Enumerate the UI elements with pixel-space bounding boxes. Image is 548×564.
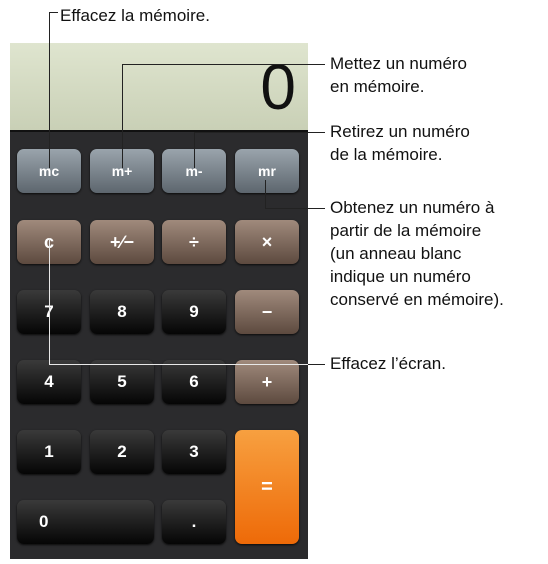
decimal-button[interactable]: .: [162, 500, 226, 544]
callout-memory-add: Mettez un numéro en mémoire.: [330, 54, 468, 96]
key-6[interactable]: 6: [162, 360, 226, 404]
leader-line-mr-h: [265, 208, 325, 209]
leader-line-mminus: [194, 132, 195, 168]
key-2[interactable]: 2: [90, 430, 154, 474]
plus-minus-button[interactable]: +∕−: [90, 220, 154, 264]
callout-memory-recall: Obtenez un numéro à partir de la mémoire…: [330, 198, 504, 309]
equals-button[interactable]: =: [235, 430, 299, 544]
leader-line-mc: [49, 12, 50, 168]
callout-memory-subtract: Retirez un numéro de la mémoire.: [330, 122, 470, 164]
key-8[interactable]: 8: [90, 290, 154, 334]
key-4[interactable]: 4: [17, 360, 81, 404]
leader-line-mr: [265, 180, 266, 208]
key-3[interactable]: 3: [162, 430, 226, 474]
leader-line-mplus: [122, 64, 123, 168]
memory-recall-button[interactable]: mr: [235, 149, 299, 193]
leader-line-clear-h: [49, 364, 325, 365]
divide-button[interactable]: ÷: [162, 220, 226, 264]
display: 0: [10, 43, 308, 132]
display-value: 0: [260, 51, 296, 123]
key-5[interactable]: 5: [90, 360, 154, 404]
key-9[interactable]: 9: [162, 290, 226, 334]
key-1[interactable]: 1: [17, 430, 81, 474]
callout-clear-memory: Effacez la mémoire.: [60, 6, 210, 25]
leader-line-clear-end: [308, 364, 325, 365]
leader-line-clear: [49, 238, 50, 364]
calculator: 0 mc m+ m- mr c +∕− ÷ × 7 8 9 − 4 5 6 + …: [10, 43, 308, 559]
leader-line-mminus-h: [194, 132, 325, 133]
subtract-button[interactable]: −: [235, 290, 299, 334]
callout-clear-screen: Effacez l’écran.: [330, 354, 446, 373]
key-0[interactable]: 0: [17, 500, 154, 544]
leader-line-mplus-h: [122, 64, 325, 65]
multiply-button[interactable]: ×: [235, 220, 299, 264]
add-button[interactable]: +: [235, 360, 299, 404]
leader-line-mc-tick: [49, 12, 58, 13]
